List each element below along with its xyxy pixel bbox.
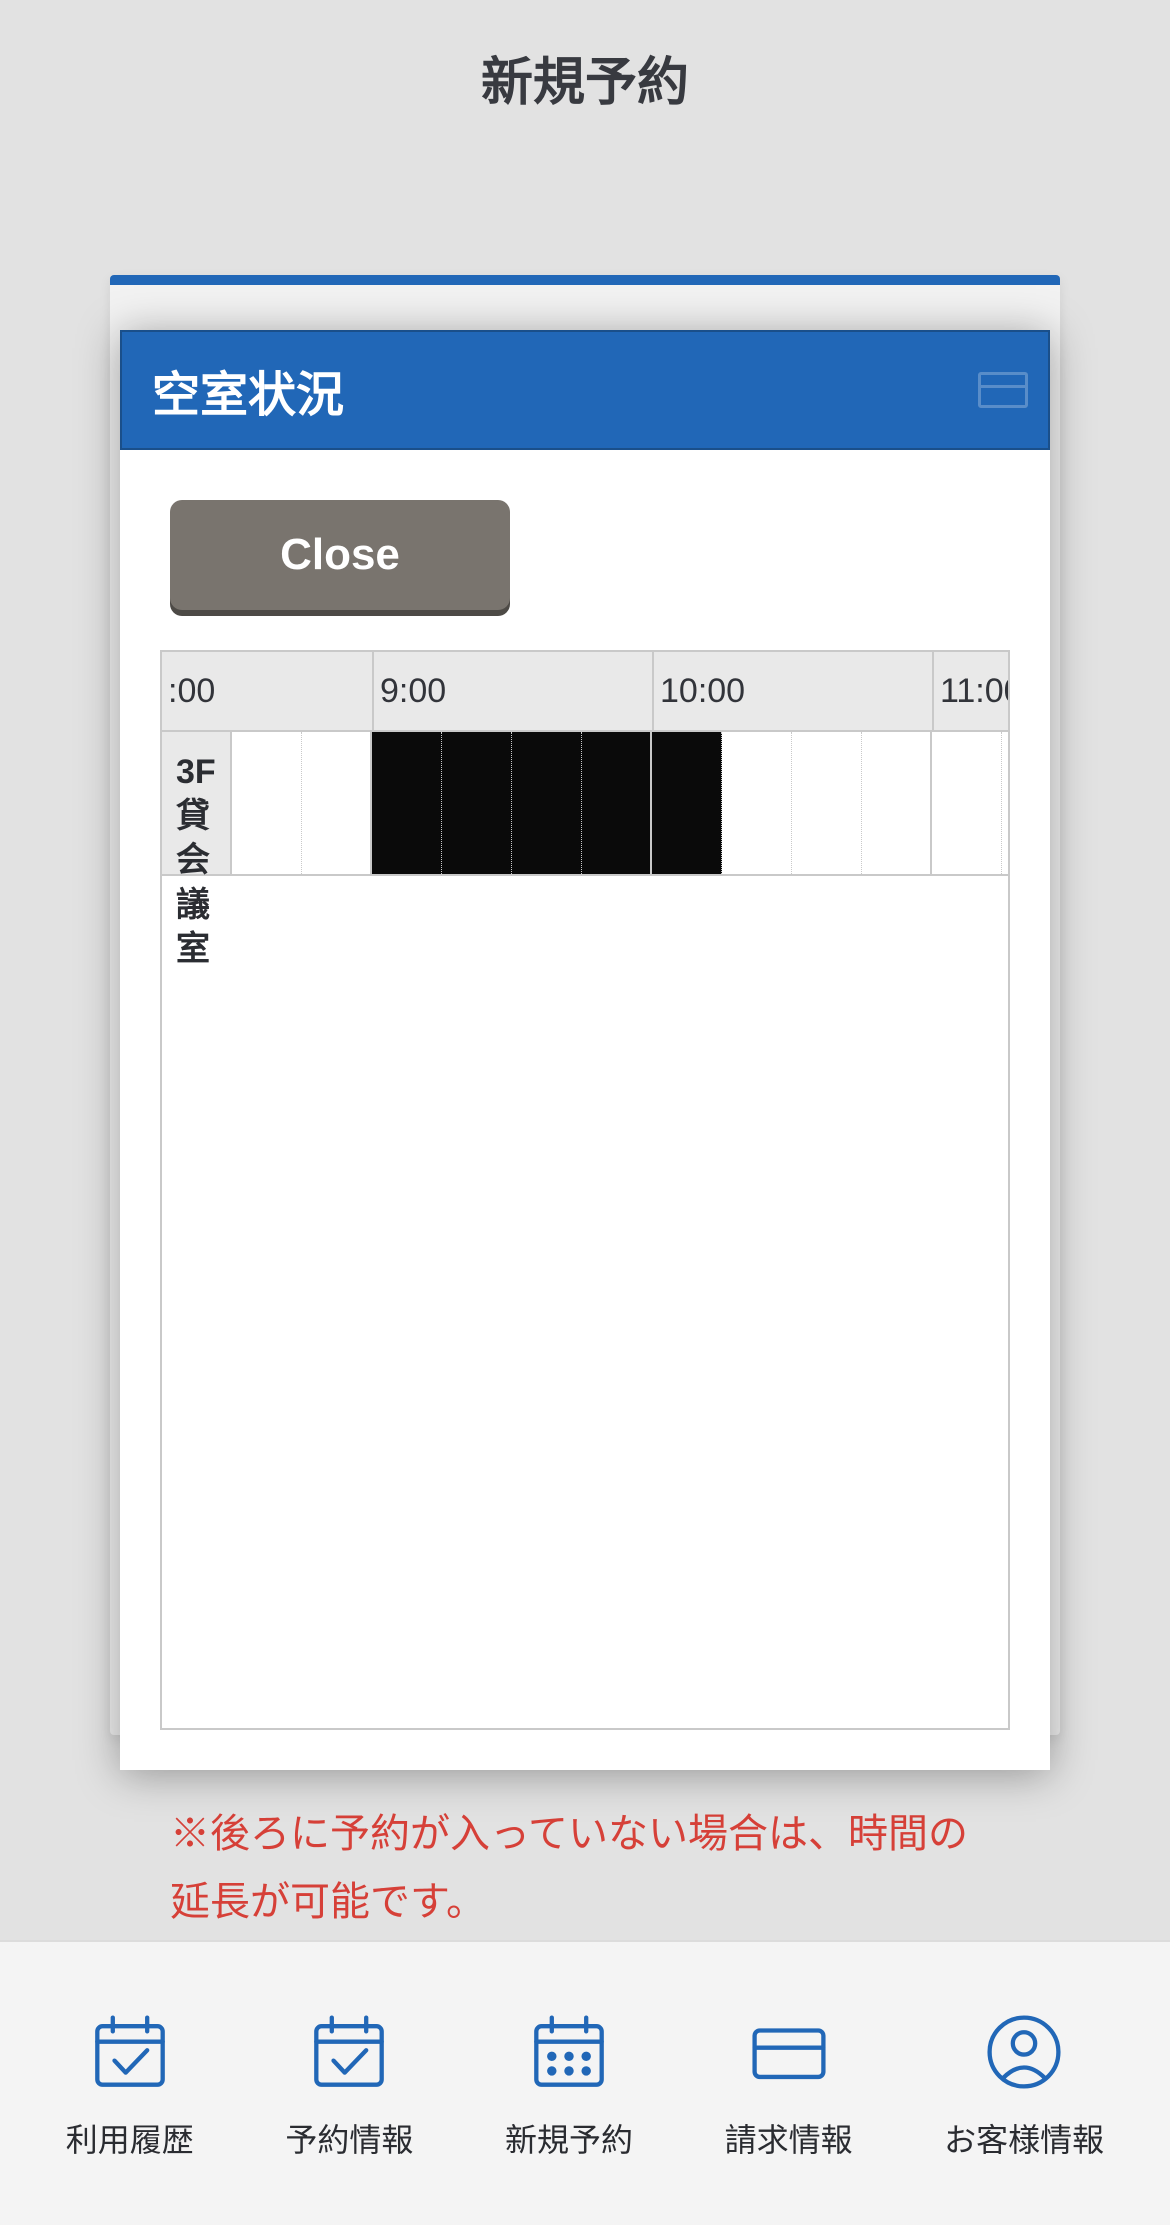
time-header-row: :00 9:00 10:00 11:00 — [162, 652, 1008, 732]
timeslot[interactable] — [582, 732, 652, 874]
timeslot[interactable] — [302, 732, 372, 874]
nav-billing-info[interactable]: 請求情報 — [725, 2007, 853, 2161]
timeslot[interactable] — [932, 732, 1002, 874]
nav-label: お客様情報 — [944, 2115, 1104, 2161]
notice-line-1: ※後ろに予約が入っていない場合は、時間の延長が可能です。 — [170, 1800, 1000, 1936]
schedule-row: 3F貸会議室 — [162, 732, 1008, 876]
close-button[interactable]: Close — [170, 500, 510, 610]
timeslot[interactable] — [442, 732, 512, 874]
modal-title: 空室状況 — [152, 355, 344, 425]
nav-label: 利用履歴 — [66, 2115, 194, 2161]
timeslot[interactable] — [1002, 732, 1010, 874]
timeslot[interactable] — [372, 732, 442, 874]
room-label: 3F貸会議室 — [162, 732, 232, 874]
nav-new-reservation[interactable]: 新規予約 — [505, 2007, 633, 2161]
user-circle-icon — [979, 2007, 1069, 2097]
bottom-nav: 利用履歴 予約情報 新規予約 請求情報 お客様情報 — [0, 1940, 1170, 2225]
timeslot[interactable] — [792, 732, 862, 874]
schedule-table[interactable]: :00 9:00 10:00 11:00 3F貸会議室 — [160, 650, 1010, 1730]
time-header-11: 11:00 — [932, 652, 1010, 730]
availability-modal: 空室状況 Close :00 9:00 10:00 11:00 3F貸会議室 — [120, 330, 1050, 1770]
time-header-9: 9:00 — [372, 652, 652, 730]
timeslot[interactable] — [232, 732, 302, 874]
time-header-partial: :00 — [162, 652, 372, 730]
time-header-10: 10:00 — [652, 652, 932, 730]
nav-customer-info[interactable]: お客様情報 — [944, 2007, 1104, 2161]
nav-label: 予約情報 — [285, 2115, 413, 2161]
timeslot[interactable] — [512, 732, 582, 874]
nav-label: 新規予約 — [505, 2115, 633, 2161]
page-title: 新規予約 — [0, 0, 1170, 145]
timeslot[interactable] — [722, 732, 792, 874]
timeslot[interactable] — [652, 732, 722, 874]
timeslot[interactable] — [862, 732, 932, 874]
calendar-check-icon — [85, 2007, 175, 2097]
calendar-grid-icon — [524, 2007, 614, 2097]
card-icon — [978, 372, 1028, 408]
nav-usage-history[interactable]: 利用履歴 — [66, 2007, 194, 2161]
credit-card-icon — [744, 2007, 834, 2097]
nav-label: 請求情報 — [725, 2115, 853, 2161]
nav-reservation-info[interactable]: 予約情報 — [285, 2007, 413, 2161]
timeline[interactable] — [232, 732, 1010, 874]
modal-header: 空室状況 — [120, 330, 1050, 450]
calendar-check-icon — [304, 2007, 394, 2097]
